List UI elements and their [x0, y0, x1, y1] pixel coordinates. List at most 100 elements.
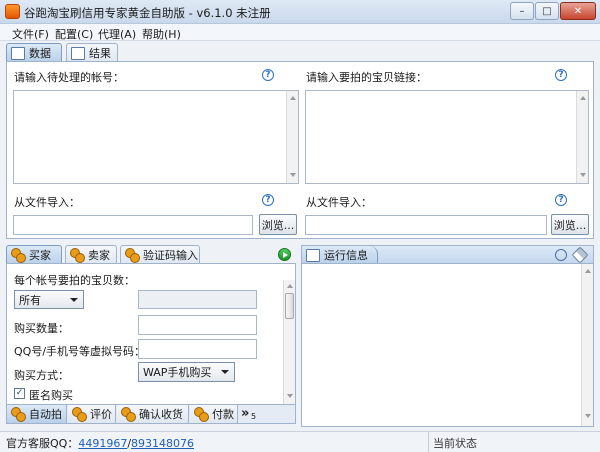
gear-icon	[11, 248, 26, 263]
help-icon[interactable]: ?	[555, 194, 567, 206]
tab-payment[interactable]: 付款	[190, 405, 238, 423]
tab-review-label: 评价	[90, 408, 112, 421]
tab-data[interactable]: 数据	[6, 43, 62, 62]
items-count-input[interactable]	[138, 290, 257, 309]
menu-file[interactable]: 文件(F)	[12, 26, 49, 42]
document-icon	[11, 46, 25, 60]
app-icon	[5, 4, 20, 19]
data-panel: 请输入待处理的帐号： ? 从文件导入： ? 浏览... 请输入要拍的宝贝链接： …	[6, 61, 594, 239]
menu-config[interactable]: 配置(C)	[55, 26, 93, 42]
menu-bar: 文件(F) 配置(C) 代理(A) 帮助(H)	[0, 24, 600, 41]
eraser-icon[interactable]	[571, 246, 589, 264]
gear-icon	[121, 407, 136, 422]
support-label: 官方客服QQ：	[6, 437, 79, 450]
buy-method-label: 购买方式：	[14, 369, 69, 382]
import-label-left: 从文件导入：	[14, 196, 80, 209]
tab-captcha[interactable]: 验证码输入	[120, 245, 200, 264]
anonymous-label: 匿名购买	[29, 389, 73, 402]
tab-data-label: 数据	[29, 47, 51, 60]
tab-seller[interactable]: 卖家	[65, 245, 117, 264]
tab-confirm-receipt[interactable]: 确认收货	[117, 405, 189, 423]
tab-auto-buy-label: 自动拍	[29, 408, 62, 421]
qq-input[interactable]	[138, 339, 257, 359]
gear-icon	[72, 407, 87, 422]
import-label-right: 从文件导入：	[306, 196, 372, 209]
scroll-down-icon	[585, 414, 591, 418]
menu-proxy[interactable]: 代理(A)	[98, 26, 136, 42]
browse-button-left[interactable]: 浏览...	[259, 214, 297, 235]
items-select-value: 所有	[19, 293, 41, 307]
tab-run-info-label: 运行信息	[324, 249, 368, 262]
scroll-thumb[interactable]	[285, 293, 294, 319]
tab-buyer-label: 买家	[29, 249, 51, 262]
tab-buyer[interactable]: 买家	[6, 245, 62, 264]
quantity-label: 购买数量：	[14, 322, 69, 335]
title-bar: 谷跑淘宝刷信用专家黄金自助版 - v6.1.0 未注册 – □ ✕	[0, 0, 600, 24]
tab-review[interactable]: 评价	[68, 405, 116, 423]
scroll-down-icon	[287, 394, 293, 398]
support-info: 官方客服QQ：4491967/893148076	[6, 435, 194, 451]
gear-icon	[11, 407, 26, 422]
start-run-icon[interactable]	[278, 248, 291, 261]
import-file-input-left[interactable]	[13, 215, 253, 235]
tab-confirm-receipt-label: 确认收货	[139, 408, 183, 421]
main-tab-strip: 数据 结果	[6, 43, 206, 62]
run-info-scrollbar[interactable]	[581, 264, 593, 426]
help-icon[interactable]: ?	[262, 69, 274, 81]
scroll-up-icon	[290, 96, 296, 100]
gear-icon	[125, 248, 140, 263]
buy-method-select-value: WAP手机购买	[143, 366, 212, 379]
browse-button-right[interactable]: 浏览...	[551, 214, 589, 235]
tab-run-info[interactable]: 运行信息	[302, 246, 378, 264]
close-button[interactable]: ✕	[560, 2, 596, 20]
buy-method-select[interactable]: WAP手机购买	[138, 362, 235, 382]
gear-icon	[194, 407, 209, 422]
document-icon	[71, 46, 85, 60]
accounts-scrollbar[interactable]	[286, 91, 298, 183]
bottom-tab-strip: 自动拍 评价 确认收货 付款 » 5	[6, 404, 296, 424]
links-scrollbar[interactable]	[576, 91, 588, 183]
quantity-input[interactable]	[138, 315, 257, 335]
run-info-header: 运行信息	[301, 245, 594, 264]
qq-label: QQ号/手机号等虚拟号码：	[14, 345, 146, 358]
pin-icon[interactable]	[555, 249, 567, 261]
buyer-form-scrollbar[interactable]	[283, 280, 295, 404]
support-qq-link-1[interactable]: 4491967	[78, 437, 127, 450]
tab-auto-buy[interactable]: 自动拍	[7, 405, 67, 423]
items-select[interactable]: 所有	[14, 290, 84, 309]
items-per-account-label: 每个帐号要拍的宝贝数：	[14, 274, 135, 287]
minimize-button[interactable]: –	[510, 2, 534, 20]
more-tabs-chevron-icon[interactable]: »	[241, 406, 249, 421]
status-bar: 官方客服QQ：4491967/893148076 当前状态	[0, 431, 600, 452]
links-textarea[interactable]	[305, 90, 589, 184]
tab-result[interactable]: 结果	[66, 43, 118, 62]
menu-help[interactable]: 帮助(H)	[142, 26, 181, 42]
window-title: 谷跑淘宝刷信用专家黄金自助版 - v6.1.0 未注册	[24, 6, 271, 20]
help-icon[interactable]: ?	[555, 69, 567, 81]
anonymous-checkbox[interactable]: ✓	[14, 388, 25, 399]
chevron-down-icon	[70, 298, 78, 302]
tab-payment-label: 付款	[212, 408, 234, 421]
chevron-down-icon	[221, 370, 229, 374]
status-divider	[428, 432, 429, 452]
scroll-up-icon	[287, 284, 293, 288]
monitor-icon	[306, 248, 320, 262]
support-qq-link-2[interactable]: 893148076	[131, 437, 194, 450]
status-text: 当前状态	[433, 437, 477, 450]
scroll-down-icon	[290, 173, 296, 177]
accounts-textarea[interactable]	[13, 90, 299, 184]
tab-seller-label: 卖家	[88, 249, 110, 262]
gear-icon	[70, 248, 85, 263]
tab-captcha-label: 验证码输入	[143, 249, 198, 262]
import-file-input-right[interactable]	[305, 215, 547, 235]
tab-result-label: 结果	[89, 47, 111, 60]
help-icon[interactable]: ?	[262, 194, 274, 206]
scroll-up-icon	[585, 269, 591, 273]
links-label: 请输入要拍的宝贝链接：	[306, 71, 427, 84]
buyer-form-panel: 每个帐号要拍的宝贝数： 所有 购买数量： QQ号/手机号等虚拟号码： 购买方式：…	[6, 263, 296, 405]
run-info-panel	[301, 263, 594, 427]
more-tabs-count: 5	[251, 412, 257, 421]
maximize-button[interactable]: □	[535, 2, 559, 20]
role-tab-strip: 买家 卖家 验证码输入	[6, 245, 296, 264]
scroll-up-icon	[580, 96, 586, 100]
